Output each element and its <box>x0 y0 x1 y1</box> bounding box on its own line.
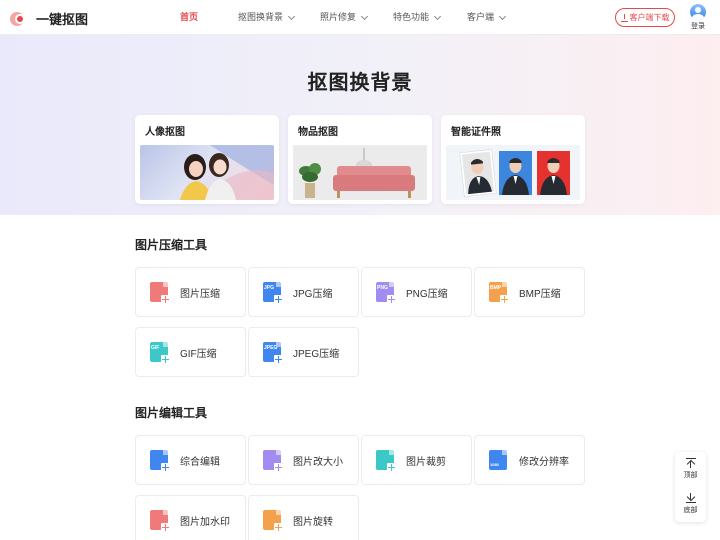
card-id-photo-title: 智能证件照 <box>451 127 501 138</box>
resolution-icon: 1080 <box>489 450 507 470</box>
nav-home-label: 首页 <box>180 12 199 22</box>
edit-image-icon <box>150 450 170 472</box>
object-sample-image <box>293 145 427 200</box>
tool-change-resolution[interactable]: 1080 修改分辨率 <box>474 435 585 485</box>
back-to-top-button[interactable]: 顶部 <box>675 458 706 480</box>
jpg-tag: JPG <box>264 285 275 291</box>
png-tag: PNG <box>377 285 388 291</box>
login-label: 登录 <box>691 23 705 30</box>
tool-add-watermark[interactable]: 图片加水印 <box>135 495 246 540</box>
main-nav: 首页 抠图换背景 照片修复 特色功能 客户端 <box>180 0 527 35</box>
nav-client-label: 客户端 <box>467 12 495 22</box>
id-photo-sample-image <box>446 145 580 200</box>
tool-rotate-image-label: 图片旋转 <box>293 516 333 528</box>
jpeg-file-icon: JPEG <box>263 342 283 364</box>
bmp-file-icon: BMP <box>489 282 509 304</box>
gif-tag: GIF <box>151 345 160 351</box>
nav-client[interactable]: 客户端 <box>467 0 527 35</box>
tool-jpg-compress-label: JPG压缩 <box>293 288 333 300</box>
tool-comprehensive-edit-label: 综合编辑 <box>180 456 220 468</box>
site-logo[interactable]: 一键抠图 <box>10 9 88 28</box>
tool-gif-compress[interactable]: GIF GIF压缩 <box>135 327 246 377</box>
nav-photo-repair-label: 照片修复 <box>320 12 357 22</box>
nav-features-label: 特色功能 <box>393 12 430 22</box>
card-portrait-cutout[interactable]: 人像抠图 <box>135 115 279 204</box>
gif-file-icon: GIF <box>150 342 170 364</box>
tool-crop-image-label: 图片裁剪 <box>406 456 446 468</box>
tool-image-compress[interactable]: 图片压缩 <box>135 267 246 317</box>
portrait-sample-image <box>140 145 274 200</box>
go-to-bottom-button[interactable]: 底部 <box>675 493 706 515</box>
client-download-label: 客户端下载 <box>629 13 670 22</box>
nav-home[interactable]: 首页 <box>180 0 238 35</box>
chevron-down-icon <box>433 12 442 20</box>
tool-rotate-image[interactable]: 图片旋转 <box>248 495 359 540</box>
tool-change-resolution-label: 修改分辨率 <box>519 456 569 468</box>
resize-image-icon <box>263 450 283 472</box>
png-file-icon: PNG <box>376 282 396 304</box>
arrow-up-icon <box>685 458 696 468</box>
nav-cutout-background[interactable]: 抠图换背景 <box>238 0 320 35</box>
card-object-cutout[interactable]: 物品抠图 <box>288 115 432 204</box>
tool-jpg-compress[interactable]: JPG JPG压缩 <box>248 267 359 317</box>
bmp-tag: BMP <box>490 285 502 291</box>
tool-jpeg-compress[interactable]: JPEG JPEG压缩 <box>248 327 359 377</box>
resolution-tag: 1080 <box>490 462 499 467</box>
top-header: 一键抠图 首页 抠图换背景 照片修复 特色功能 客户端 客户端下载 登录 <box>0 0 720 35</box>
edit-section-title: 图片编辑工具 <box>135 406 208 420</box>
watermark-icon <box>150 510 170 532</box>
go-to-bottom-label: 底部 <box>683 507 698 514</box>
card-object-title: 物品抠图 <box>298 127 338 138</box>
nav-features[interactable]: 特色功能 <box>393 0 467 35</box>
compress-section-title: 图片压缩工具 <box>135 238 208 252</box>
image-compress-icon <box>150 282 170 304</box>
card-id-photo[interactable]: 智能证件照 <box>441 115 585 204</box>
tool-bmp-compress[interactable]: BMP BMP压缩 <box>474 267 585 317</box>
tool-jpeg-compress-label: JPEG压缩 <box>293 348 340 360</box>
chevron-down-icon <box>287 12 296 20</box>
login-button[interactable]: 登录 <box>688 4 708 31</box>
tool-gif-compress-label: GIF压缩 <box>180 348 217 360</box>
tool-add-watermark-label: 图片加水印 <box>180 516 230 528</box>
chevron-down-icon <box>360 12 369 20</box>
chevron-down-icon <box>498 12 507 20</box>
floating-scroll-bar: 顶部 底部 <box>675 452 706 522</box>
tool-crop-image[interactable]: 图片裁剪 <box>361 435 472 485</box>
tool-resize-image-label: 图片改大小 <box>293 456 343 468</box>
tool-resize-image[interactable]: 图片改大小 <box>248 435 359 485</box>
tool-bmp-compress-label: BMP压缩 <box>519 288 561 300</box>
nav-photo-repair[interactable]: 照片修复 <box>320 0 393 35</box>
hero-title: 抠图换背景 <box>307 72 413 94</box>
logo-text: 一键抠图 <box>36 12 89 27</box>
tool-image-compress-label: 图片压缩 <box>180 288 220 300</box>
jpg-file-icon: JPG <box>263 282 283 304</box>
crop-image-icon <box>376 450 396 472</box>
rotate-image-icon <box>263 510 283 532</box>
download-icon <box>620 13 628 22</box>
back-to-top-label: 顶部 <box>683 472 698 479</box>
arrow-down-icon <box>685 493 696 503</box>
nav-cutout-background-label: 抠图换背景 <box>238 12 284 22</box>
client-download-button[interactable]: 客户端下载 <box>615 8 675 27</box>
tool-png-compress-label: PNG压缩 <box>406 288 448 300</box>
avatar-icon <box>690 4 706 20</box>
hero-banner: 抠图换背景 人像抠图 物品抠图 智能证件照 <box>0 35 720 215</box>
card-portrait-title: 人像抠图 <box>145 127 185 138</box>
tool-png-compress[interactable]: PNG PNG压缩 <box>361 267 472 317</box>
jpeg-tag: JPEG <box>264 345 278 351</box>
logo-icon <box>10 11 30 27</box>
tool-comprehensive-edit[interactable]: 综合编辑 <box>135 435 246 485</box>
